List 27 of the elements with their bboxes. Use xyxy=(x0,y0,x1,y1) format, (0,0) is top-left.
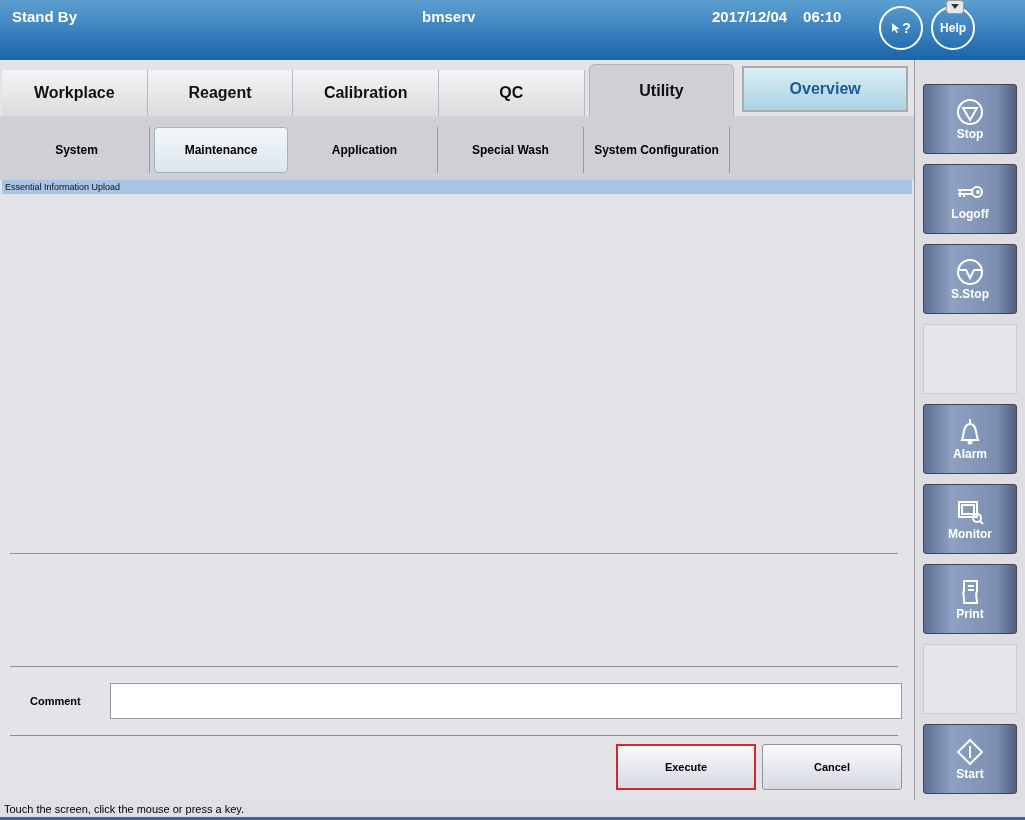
status-bar: Touch the screen, click the mouse or press a key. xyxy=(0,800,1025,820)
sub-tab[interactable]: Application xyxy=(292,127,438,173)
execute-button[interactable]: Execute xyxy=(616,744,756,790)
slow-stop-icon xyxy=(956,257,984,286)
status-text: Stand By xyxy=(12,8,78,25)
pointer-icon xyxy=(891,22,902,34)
comment-label: Comment xyxy=(30,695,82,707)
date-text: 2017/12/04 xyxy=(712,8,788,25)
main-tab[interactable]: Reagent xyxy=(147,70,294,116)
main-tab[interactable]: Calibration xyxy=(293,70,439,116)
dropdown-caret-icon[interactable] xyxy=(946,0,964,14)
sub-tab[interactable]: System xyxy=(4,127,150,173)
sub-tab[interactable]: System Configuration xyxy=(584,127,730,173)
cancel-button[interactable]: Cancel xyxy=(762,744,902,790)
sub-tab[interactable]: Special Wash xyxy=(438,127,584,173)
stop-icon xyxy=(956,97,984,126)
start-icon xyxy=(956,737,984,766)
time-text: 06:10 xyxy=(803,8,843,25)
panel-title: Essential Information Upload xyxy=(2,180,912,194)
sub-tab[interactable]: Maintenance xyxy=(154,127,288,173)
help-cursor-button[interactable]: ? xyxy=(879,6,924,50)
main-tab[interactable]: QC xyxy=(439,70,585,116)
main-tab[interactable]: Utility xyxy=(588,64,735,116)
comment-input-field[interactable] xyxy=(110,683,902,719)
main-tab[interactable]: Workplace xyxy=(2,70,148,116)
overview-button[interactable]: Overview xyxy=(742,66,908,112)
user-name: bmserv xyxy=(422,8,477,25)
